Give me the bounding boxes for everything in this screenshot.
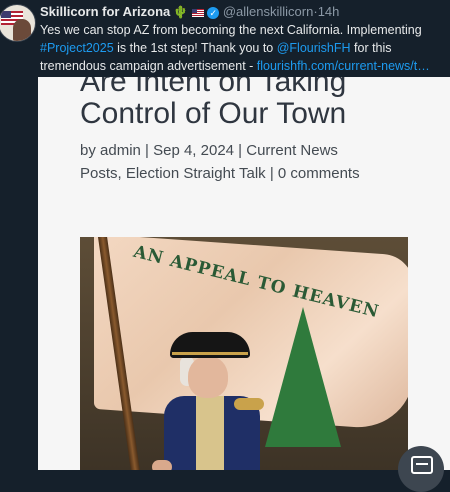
tweet-text-part: is the 1st step! Thank you to xyxy=(113,41,277,55)
cactus-icon: 🌵 xyxy=(173,5,189,19)
verified-badge-icon: ✓ xyxy=(207,6,220,19)
author-handle[interactable]: @allenskillicorn xyxy=(223,4,314,19)
article-title-line2: Control of Our Town xyxy=(80,97,347,130)
article-meta-line1: by admin | Sep 4, 2024 | Current News xyxy=(80,142,338,159)
author-name[interactable]: Skillicorn for Arizona xyxy=(40,4,170,19)
author-avatar[interactable] xyxy=(0,4,36,42)
figure-hand xyxy=(152,460,172,470)
figure-vest xyxy=(196,396,224,470)
tweet-timestamp[interactable]: 14h xyxy=(318,4,340,19)
figure-face xyxy=(188,356,228,398)
article-screenshot: Are Intent on Taking Control of Our Town… xyxy=(38,77,450,470)
article-meta-line2: Posts, Election Straight Talk | 0 commen… xyxy=(80,165,360,182)
text-scan-button[interactable] xyxy=(398,446,444,492)
george-washington-figure xyxy=(152,332,290,470)
figure-epaulette xyxy=(234,398,264,410)
tweet-text-part: Yes we can stop AZ from becoming the nex… xyxy=(40,23,422,37)
avatar-person-graphic xyxy=(13,19,31,41)
article-title-line1: Are Intent on Taking xyxy=(80,77,347,98)
tweet-header: Skillicorn for Arizona 🌵 ✓ @allenskillicor… xyxy=(0,0,450,80)
avatar-flag-canton xyxy=(1,11,11,18)
tweet-author-line: Skillicorn for Arizona 🌵 ✓ @allenskillicor… xyxy=(40,4,339,19)
washington-painting: AN APPEAL TO HEAVEN xyxy=(80,237,408,470)
url-link[interactable]: flourishfh.com/current-news/t… xyxy=(257,59,430,73)
text-scan-icon xyxy=(411,456,433,474)
hat-trim xyxy=(172,352,248,355)
us-flag-icon xyxy=(192,8,205,17)
tweet-body: Yes we can stop AZ from becoming the nex… xyxy=(40,21,445,75)
mention-link[interactable]: @FlourishFH xyxy=(277,41,351,55)
tweet-media-image[interactable]: Are Intent on Taking Control of Our Town… xyxy=(38,77,450,470)
hashtag-link[interactable]: #Project2025 xyxy=(40,41,114,55)
